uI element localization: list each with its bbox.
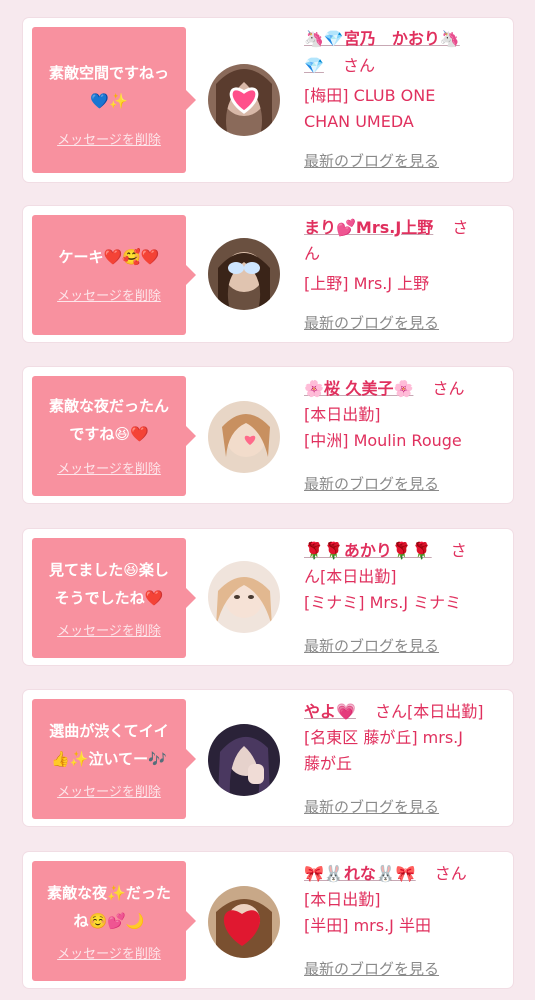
- shop-info: [本日出勤] [中洲] Moulin Rouge: [304, 405, 462, 450]
- message-line: 選曲が渋くてイイ: [49, 722, 169, 740]
- message-line: ケーキ❤️🥰❤️: [58, 248, 160, 266]
- latest-blog-link[interactable]: 最新のブログを見る: [304, 635, 439, 656]
- avatar[interactable]: [208, 401, 280, 473]
- honorific: さん: [343, 56, 376, 75]
- avatar[interactable]: [208, 724, 280, 796]
- delete-message-link[interactable]: メッセージを削除: [32, 129, 186, 148]
- message-line: 素敵な夜✨だった: [47, 884, 171, 902]
- cast-name-link[interactable]: やよ💗: [304, 702, 356, 721]
- latest-blog-link[interactable]: 最新のブログを見る: [304, 958, 439, 979]
- avatar[interactable]: [208, 64, 280, 136]
- latest-blog-link[interactable]: 最新のブログを見る: [304, 150, 439, 171]
- list-item: 見てました😆楽し そうでしたね❤️ メッセージを削除 🌹🌹あかり🌹🌹 さ ん[本…: [23, 529, 513, 665]
- latest-blog-link[interactable]: 最新のブログを見る: [304, 312, 439, 333]
- honorific: さん: [434, 864, 467, 883]
- message-line: そうでしたね❤️: [54, 589, 164, 607]
- list-item: 素敵空間ですねっ 💙✨ メッセージを削除 🦄💎宮乃 かおり🦄 💎 さん [梅田]…: [23, 18, 513, 182]
- shop-info: [本日出勤] [半田] mrs.J 半田: [304, 890, 431, 935]
- message-bubble: 選曲が渋くてイイ 👍✨泣いてー🎶 メッセージを削除: [32, 699, 196, 819]
- shop-info: [名東区 藤が丘] mrs.J 藤が丘: [304, 728, 463, 773]
- delete-message-link[interactable]: メッセージを削除: [32, 458, 186, 477]
- message-line: ですね😆❤️: [69, 425, 149, 443]
- honorific: さん: [432, 379, 465, 398]
- message-line: 👍✨泣いてー🎶: [51, 750, 167, 768]
- message-bubble: ケーキ❤️🥰❤️ メッセージを削除: [32, 215, 196, 335]
- message-line: 💙✨: [90, 92, 128, 110]
- list-item: 選曲が渋くてイイ 👍✨泣いてー🎶 メッセージを削除 やよ💗 さん[本日出勤] […: [23, 690, 513, 826]
- delete-message-link[interactable]: メッセージを削除: [32, 943, 186, 962]
- avatar[interactable]: [208, 886, 280, 958]
- message-list: 素敵空間ですねっ 💙✨ メッセージを削除 🦄💎宮乃 かおり🦄 💎 さん [梅田]…: [0, 0, 535, 1000]
- cast-name-link[interactable]: 💎: [304, 56, 324, 75]
- cast-name-link[interactable]: まり💕Mrs.J上野: [304, 218, 433, 237]
- shop-info: [ミナミ] Mrs.J ミナミ: [304, 593, 462, 612]
- honorific: さん[本日出勤]: [375, 702, 484, 721]
- cast-name-link[interactable]: 🌸桜 久美子🌸: [304, 379, 413, 398]
- message-bubble: 見てました😆楽し そうでしたね❤️ メッセージを削除: [32, 538, 196, 658]
- message-line: 見てました😆楽し: [49, 561, 169, 579]
- message-line: 素敵な夜だったん: [48, 397, 169, 415]
- avatar[interactable]: [208, 561, 280, 633]
- list-item: 素敵な夜✨だった ね☺️💕🌙 メッセージを削除 🎀🐰れな🐰🎀 さん [本日出勤]…: [23, 852, 513, 988]
- cast-name-link[interactable]: 🎀🐰れな🐰🎀: [304, 864, 416, 883]
- latest-blog-link[interactable]: 最新のブログを見る: [304, 796, 439, 817]
- latest-blog-link[interactable]: 最新のブログを見る: [304, 473, 439, 494]
- honorific: さ: [450, 541, 467, 560]
- message-bubble: 素敵な夜✨だった ね☺️💕🌙 メッセージを削除: [32, 861, 196, 981]
- honorific: さ: [452, 218, 469, 237]
- cast-name-link[interactable]: 🦄💎宮乃 かおり🦄: [304, 29, 460, 48]
- message-bubble: 素敵な夜だったん ですね😆❤️ メッセージを削除: [32, 376, 196, 496]
- delete-message-link[interactable]: メッセージを削除: [32, 620, 186, 639]
- delete-message-link[interactable]: メッセージを削除: [32, 285, 186, 304]
- message-bubble: 素敵空間ですねっ 💙✨ メッセージを削除: [32, 27, 196, 173]
- list-item: 素敵な夜だったん ですね😆❤️ メッセージを削除 🌸桜 久美子🌸 さん [本日出…: [23, 367, 513, 503]
- message-line: 素敵空間ですねっ: [48, 64, 169, 82]
- shop-info: [梅田] CLUB ONE CHAN UMEDA: [304, 86, 436, 131]
- list-item: ケーキ❤️🥰❤️ メッセージを削除 まり💕Mrs.J上野 さ ん [上野] Mr…: [23, 206, 513, 342]
- cast-name-link[interactable]: 🌹🌹あかり🌹🌹: [304, 541, 432, 560]
- shop-info: [上野] Mrs.J 上野: [304, 274, 430, 293]
- avatar[interactable]: [208, 238, 280, 310]
- delete-message-link[interactable]: メッセージを削除: [32, 781, 186, 800]
- message-line: ね☺️💕🌙: [73, 912, 145, 930]
